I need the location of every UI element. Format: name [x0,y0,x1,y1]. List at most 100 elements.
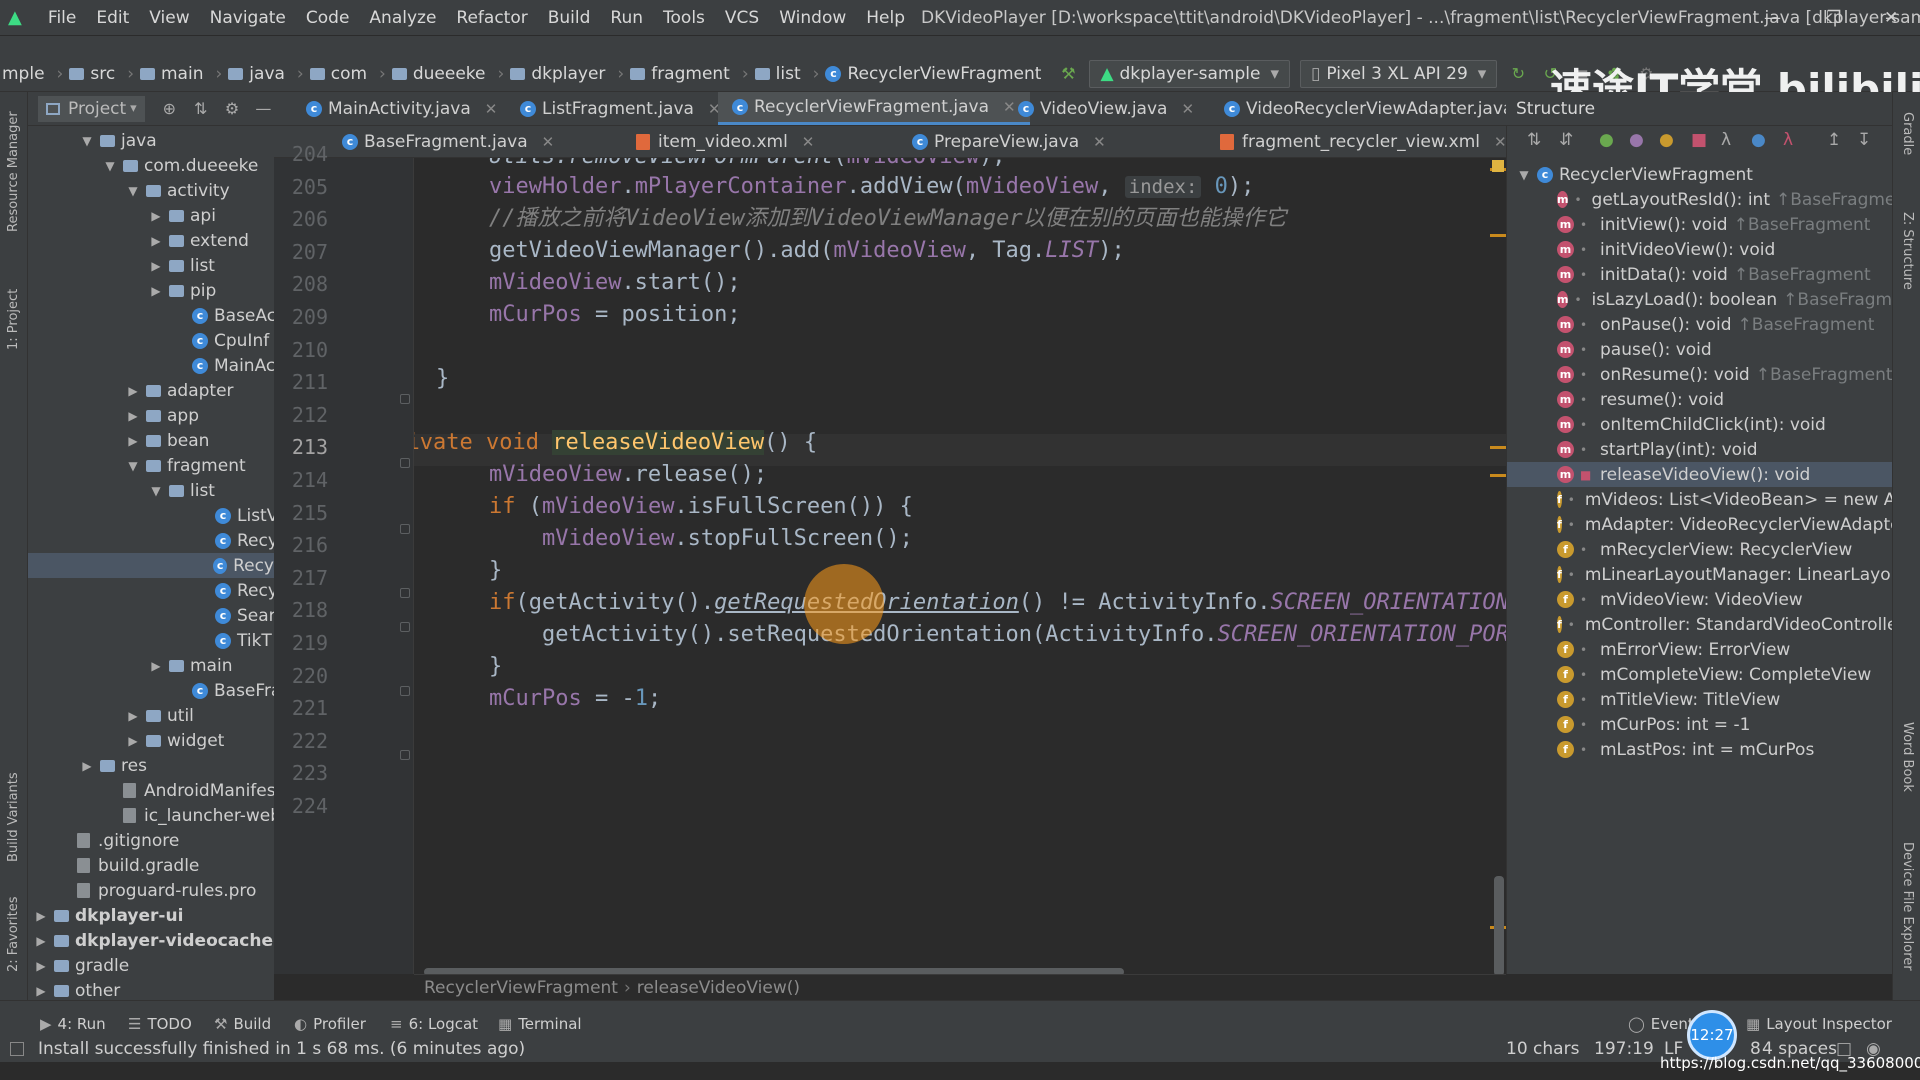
event-log-tab[interactable]: ◯ Event [1628,1015,1694,1033]
gear-icon[interactable]: ⚙ [221,98,242,120]
structure-member[interactable]: f • mVideoView: VideoView [1507,587,1892,612]
structure-side-tab[interactable]: Z: Structure [1900,212,1915,290]
tree-item[interactable]: ▼ list [149,478,215,503]
structure-member[interactable]: f • mRecyclerView: RecyclerView [1507,537,1892,562]
minimize-icon[interactable]: — [1764,8,1781,28]
expanded-arrow-icon[interactable]: ▼ [126,184,140,198]
structure-member[interactable]: f • mVideos: List<VideoBean> = new Arra [1507,487,1892,512]
tree-item[interactable]: AndroidManifes [103,778,274,803]
fold-marker-icon[interactable] [400,394,410,404]
tree-item[interactable]: c ListV [195,503,274,528]
editor-vertical-scrollbar[interactable] [1494,876,1504,976]
device-select[interactable]: ▯ Pixel 3 XL API 29 ▾ [1300,59,1498,88]
fold-marker-icon[interactable] [400,588,410,598]
project-tab[interactable]: 1: Project [6,289,21,350]
editor-tab[interactable]: c ListFragment.java ✕ [506,92,735,125]
structure-member[interactable]: m • initData(): void ↑BaseFragment [1507,262,1892,287]
breadcrumb-class[interactable]: RecyclerViewFragment [424,978,618,998]
collapsed-arrow-icon[interactable]: ▶ [126,434,140,448]
expanded-arrow-icon[interactable]: ▼ [80,134,94,148]
tree-item[interactable]: ▶ main [149,653,232,678]
caret-position[interactable]: 197:19 [1594,1039,1654,1059]
profiler-tab[interactable]: ◐ Profiler [294,1015,366,1033]
logcat-tab[interactable]: ≡ 6: Logcat [390,1015,478,1033]
breadcrumb-item[interactable]: java [228,64,285,84]
structure-member[interactable]: f • mCompleteView: CompleteView [1507,662,1892,687]
editor-tab[interactable]: item_video.xml ✕ [622,126,828,157]
menu-item-edit[interactable]: Edit [86,8,139,28]
favorites-tab[interactable]: 2: Favorites [6,896,21,972]
tree-item[interactable]: ▶ adapter [126,378,233,403]
editor-tab[interactable]: c PrepareView.java ✕ [898,126,1120,157]
tree-item[interactable]: ▶ bean [126,428,209,453]
editor-tab[interactable]: c MainActivity.java ✕ [292,92,511,125]
breadcrumb-item[interactable]: com [309,64,367,84]
tree-item[interactable]: c CpuInf [172,328,269,353]
structure-member[interactable]: f • mLinearLayoutManager: LinearLayoutM [1507,562,1892,587]
tree-item[interactable]: build.gradle [57,853,199,878]
structure-member[interactable]: f • mAdapter: VideoRecyclerViewAdapter [1507,512,1892,537]
collapse-all-icon[interactable]: ⇅ [190,98,211,120]
breadcrumb-item[interactable]: dueeeke [391,64,486,84]
structure-member[interactable]: f • mTitleView: TitleView [1507,687,1892,712]
structure-member[interactable]: m • pause(): void [1507,337,1892,362]
show-non-public-icon[interactable]: ■ [1691,130,1707,150]
editor-tab[interactable]: c RecyclerViewFragment.java ✕ [718,92,1030,125]
structure-member[interactable]: m • resume(): void [1507,387,1892,412]
tree-item[interactable]: c BaseAc [172,303,274,328]
collapsed-arrow-icon[interactable]: ▶ [126,734,140,748]
structure-member[interactable]: m • startPlay(int): void [1507,437,1892,462]
show-lambdas-icon[interactable]: λ [1721,130,1731,150]
tree-item[interactable]: c BaseFra [172,678,274,703]
structure-member[interactable]: m • onPause(): void ↑BaseFragment [1507,312,1892,337]
editor-tab[interactable]: c BaseFragment.java ✕ [328,126,568,157]
show-properties-icon[interactable]: ● [1629,130,1644,150]
expanded-arrow-icon[interactable]: ▼ [149,484,163,498]
expanded-arrow-icon[interactable]: ▼ [1517,168,1531,182]
close-tab-icon[interactable]: ✕ [1093,133,1106,151]
apply-changes-icon[interactable]: ↻ [1507,63,1529,85]
menu-item-run[interactable]: Run [600,8,653,28]
collapse-all-icon[interactable]: ↧ [1857,130,1871,150]
close-tab-icon[interactable]: ✕ [1181,100,1194,118]
collapsed-arrow-icon[interactable]: ▶ [126,709,140,723]
tree-item[interactable]: ▶ api [149,203,216,228]
editor-tab[interactable]: c VideoView.java ✕ [1004,92,1208,125]
tree-item[interactable]: ▼ com.dueeeke [103,153,258,178]
breadcrumb-item[interactable]: main [140,64,203,84]
collapsed-arrow-icon[interactable]: ▶ [126,384,140,398]
collapsed-arrow-icon[interactable]: ▶ [80,759,94,773]
breadcrumb-item[interactable]: src [69,64,115,84]
menu-item-help[interactable]: Help [856,8,915,28]
layout-inspector-tab[interactable]: ▦ Layout Inspector [1746,1015,1892,1033]
breadcrumb-item[interactable]: list [754,64,801,84]
close-tab-icon[interactable]: ✕ [542,133,555,151]
structure-root[interactable]: ▼ c RecyclerViewFragment [1507,162,1892,187]
fold-marker-icon[interactable] [400,750,410,760]
menu-item-window[interactable]: Window [769,8,856,28]
tree-item[interactable]: c TikT [195,628,272,653]
gradle-tab[interactable]: Gradle [1900,112,1915,155]
close-tab-icon[interactable]: ✕ [1494,133,1507,151]
structure-member[interactable]: m • onItemChildClick(int): void [1507,412,1892,437]
tree-item[interactable]: c MainAc [172,353,274,378]
locate-icon[interactable]: ⊕ [159,98,180,120]
fold-marker-icon[interactable] [400,524,410,534]
structure-member[interactable]: f • mCurPos: int = -1 [1507,712,1892,737]
tree-item[interactable]: c Recy [28,553,274,578]
expanded-arrow-icon[interactable]: ▼ [126,459,140,473]
close-tab-icon[interactable]: ✕ [802,133,815,151]
structure-member[interactable]: f • mController: StandardVideoController [1507,612,1892,637]
menu-item-navigate[interactable]: Navigate [200,8,296,28]
structure-member[interactable]: m • initVideoView(): void [1507,237,1892,262]
menu-item-vcs[interactable]: VCS [715,8,769,28]
tree-item[interactable]: ▶ widget [126,728,224,753]
anonymous-classes-icon[interactable]: ● [1751,130,1766,150]
structure-member[interactable]: f • mErrorView: ErrorView [1507,637,1892,662]
tree-item[interactable]: ▶ pip [149,278,216,303]
breadcrumb-item[interactable]: c RecyclerViewFragment [825,64,1041,84]
menu-item-build[interactable]: Build [538,8,601,28]
menu-item-refactor[interactable]: Refactor [446,8,537,28]
breadcrumb-method[interactable]: releaseVideoView() [637,978,800,998]
run-tab[interactable]: ▶ 4: Run [40,1015,106,1033]
